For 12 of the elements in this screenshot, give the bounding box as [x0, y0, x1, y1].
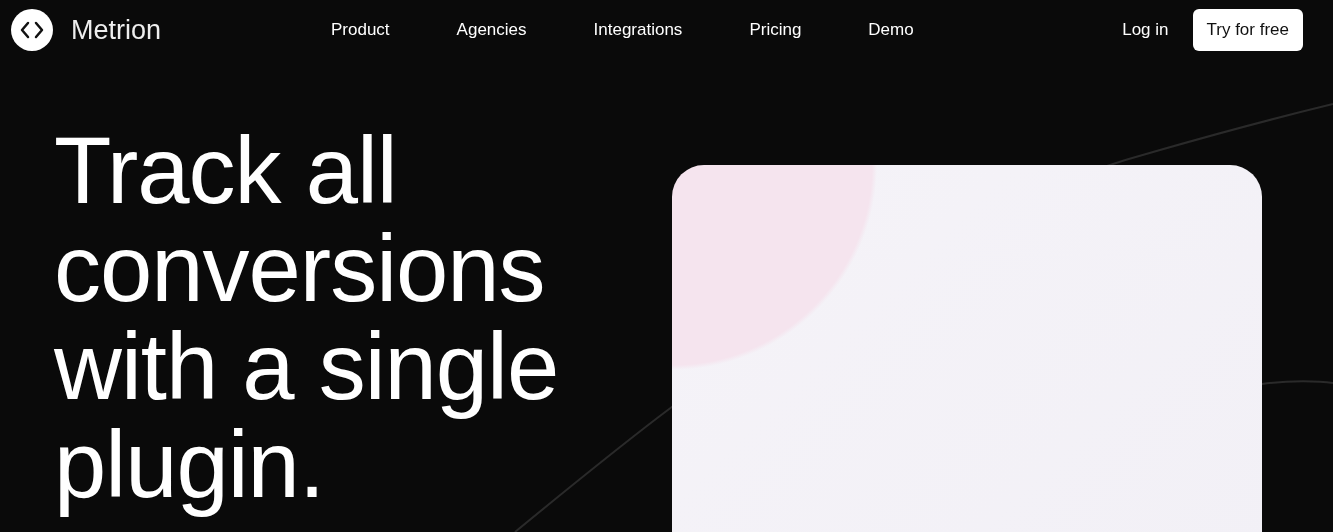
- login-link[interactable]: Log in: [1122, 20, 1169, 40]
- brand-name[interactable]: Metrion: [71, 14, 162, 46]
- hero-headline: Track all: [54, 122, 398, 220]
- nav-link[interactable]: Pricing: [749, 20, 802, 40]
- nav-link[interactable]: Product: [331, 20, 390, 40]
- nav-link[interactable]: Demo: [868, 20, 914, 40]
- logo-icon[interactable]: [11, 9, 53, 51]
- try-free-button[interactable]: Try for free: [1192, 9, 1303, 51]
- background-line: [1261, 380, 1333, 385]
- hero-headline: conversions: [54, 220, 546, 318]
- nav-link[interactable]: Integrations: [593, 20, 683, 40]
- nav-link[interactable]: Agencies: [456, 20, 527, 40]
